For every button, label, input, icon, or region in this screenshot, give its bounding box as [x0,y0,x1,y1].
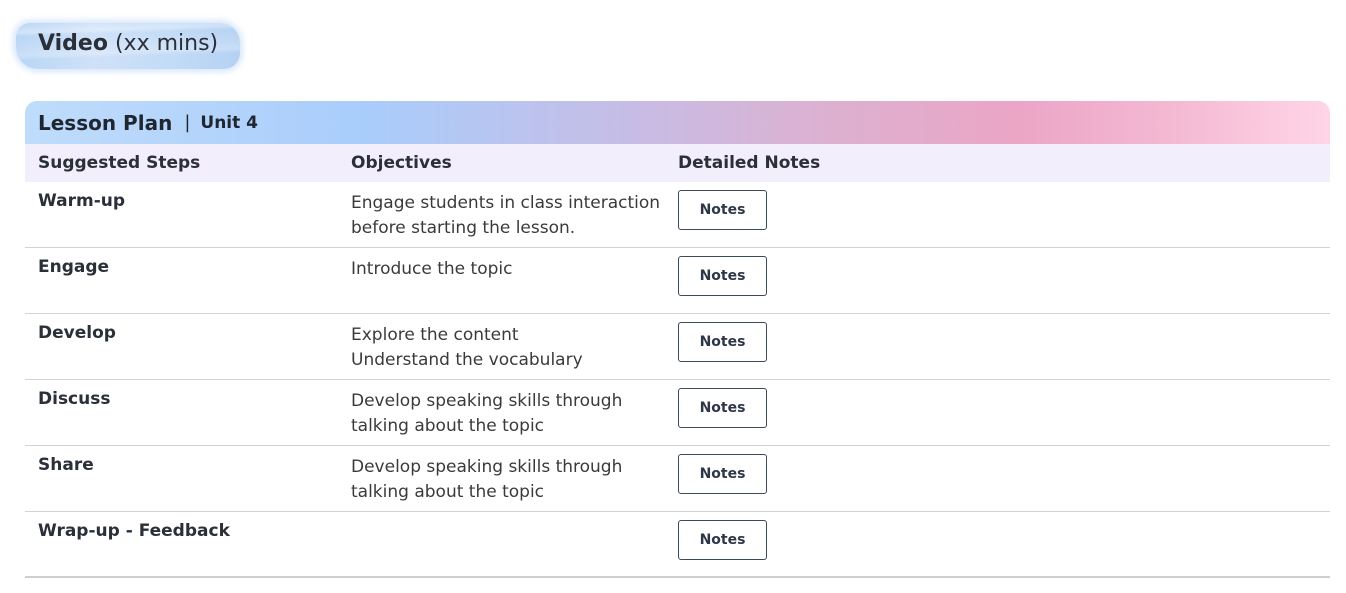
step-name: Warm-up [38,191,126,211]
column-header-objectives: Objectives [351,153,452,173]
column-header-row: Suggested Steps Objectives Detailed Note… [25,144,1330,182]
objective-line: Develop speaking skills through [351,391,623,411]
objective-line: talking about the topic [351,415,545,436]
objective-line: Explore the content [351,325,519,345]
objective-line: Understand the vocabulary [351,349,583,370]
step-name: Share [38,455,94,475]
table-row: Develop Explore the content Understand t… [25,314,1330,380]
table-row: Warm-up Engage students in class interac… [25,182,1330,248]
step-name: Engage [38,257,110,277]
objective-text: Develop speaking skills through talking … [351,380,678,445]
column-header-steps: Suggested Steps [38,153,201,173]
video-title: Video [38,31,108,56]
column-header-notes: Detailed Notes [678,153,821,173]
step-name: Wrap-up - Feedback [38,521,230,541]
video-badge: Video (xx mins) [8,16,244,76]
notes-button-warm-up[interactable]: Notes [678,190,767,230]
unit-label: Unit 4 [200,112,258,133]
objective-text [351,512,678,576]
objective-text: Introduce the topic [351,248,678,313]
notes-button-discuss[interactable]: Notes [678,388,767,428]
lesson-plan-table: Lesson Plan | Unit 4 Suggested Steps Obj… [25,101,1330,578]
objective-text: Engage students in class interaction bef… [351,182,678,247]
objective-text: Explore the content Understand the vocab… [351,314,678,379]
table-row: Share Develop speaking skills through ta… [25,446,1330,512]
lesson-plan-header: Lesson Plan | Unit 4 [25,101,1330,144]
objective-line: before starting the lesson. [351,217,576,238]
objective-line: talking about the topic [351,481,545,502]
video-heading: Video (xx mins) [38,30,218,58]
step-name: Discuss [38,389,111,409]
notes-button-share[interactable]: Notes [678,454,767,494]
table-row: Engage Introduce the topic Notes [25,248,1330,314]
step-name: Develop [38,323,116,343]
notes-button-wrap-up-feedback[interactable]: Notes [678,520,767,560]
notes-button-engage[interactable]: Notes [678,256,767,296]
objective-line: Introduce the topic [351,259,513,279]
objective-line: Engage students in class interaction [351,193,661,213]
objective-text: Develop speaking skills through talking … [351,446,678,511]
video-duration: (xx mins) [114,31,219,56]
notes-button-develop[interactable]: Notes [678,322,767,362]
lesson-plan-title: Lesson Plan [38,110,173,135]
header-separator: | [184,112,191,133]
table-row: Wrap-up - Feedback Notes [25,512,1330,578]
objective-line: Develop speaking skills through [351,457,623,477]
table-row: Discuss Develop speaking skills through … [25,380,1330,446]
